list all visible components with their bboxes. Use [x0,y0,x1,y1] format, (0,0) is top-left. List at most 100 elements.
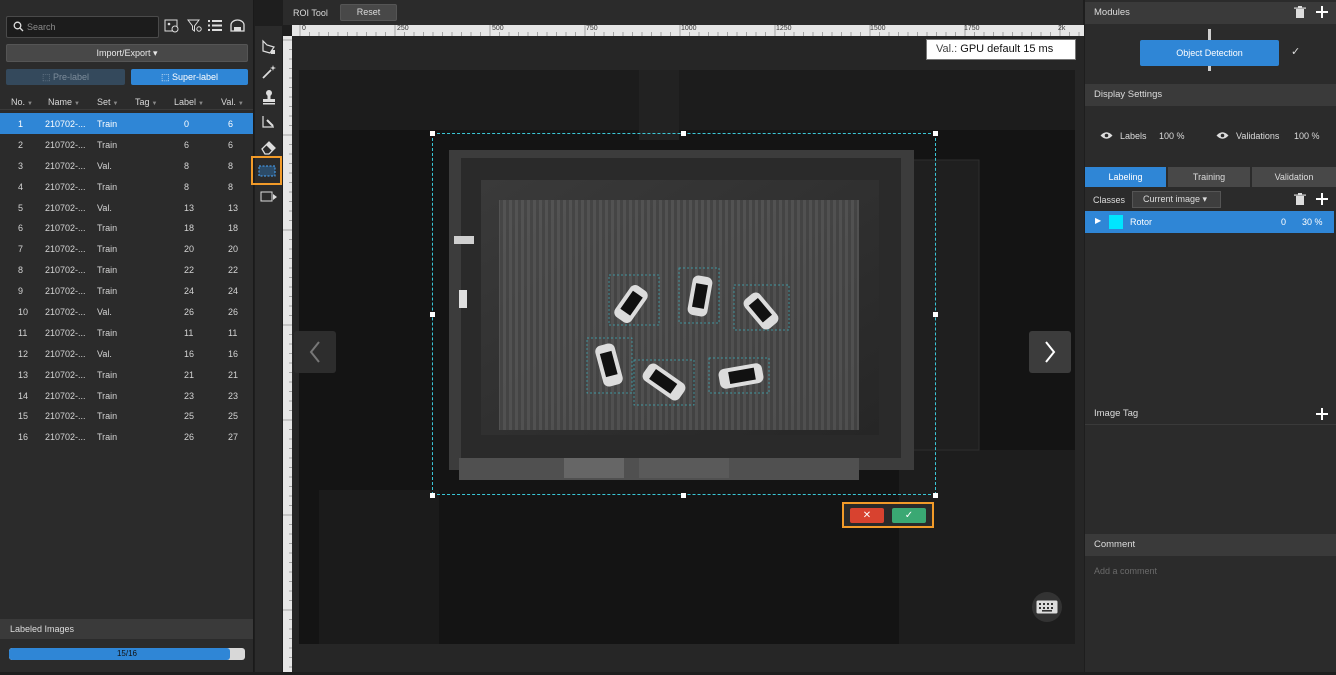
table-row[interactable]: 9 210702-... Train 24 24 [0,280,253,301]
ruler-label: 1500 [870,25,886,32]
cell-no: 1 [18,119,24,129]
cell-no: 16 [18,432,29,443]
cell-set: Train [97,119,118,129]
caret-down-icon: ▾ [1202,194,1208,204]
cell-label: 6 [184,139,190,150]
table-row[interactable]: 1 210702-... Train 0 6 [0,113,253,134]
table-row[interactable]: 10 210702-... Val. 26 26 [0,301,253,322]
class-color-swatch[interactable] [1109,215,1123,229]
cell-set: Train [97,369,118,380]
table-row[interactable]: 12 210702-... Val. 16 16 [0,343,253,364]
table-row[interactable]: 11 210702-... Train 11 11 [0,322,253,343]
confirm-roi-button[interactable]: ✓ [892,508,926,523]
plus-icon[interactable] [1316,6,1328,18]
table-row[interactable]: 4 210702-... Train 8 8 [0,176,253,197]
next-image-button[interactable] [1029,331,1071,373]
class-name: Rotor [1130,217,1153,227]
cell-name: 210702-... [45,411,86,422]
filter-icon[interactable] [187,18,202,33]
comment-input[interactable]: Add a comment [1094,566,1157,576]
cell-val: 23 [228,390,239,401]
col-name[interactable]: Name ▼ [48,97,80,107]
roi-handle[interactable] [430,312,435,317]
eraser-icon[interactable] [257,136,281,158]
tab-validation[interactable]: Validation [1252,167,1336,187]
roi-rect-icon[interactable] [251,156,282,185]
sort-icon: ▼ [27,101,33,107]
super-label-button[interactable]: ⬚ Super-label [131,69,248,85]
val-key: Val.: [936,43,958,55]
table-row[interactable]: 14 210702-... Train 23 23 [0,385,253,406]
search-input[interactable]: Search [6,16,159,38]
cell-val: 21 [228,369,239,380]
col-label[interactable]: Label ▼ [174,97,204,107]
table-row[interactable]: 16 210702-... Train 26 27 [0,426,253,447]
cell-name: 210702-... [45,390,86,401]
cell-val: 11 [228,327,238,338]
object-detection-module[interactable]: Object Detection [1140,40,1279,66]
eye-icon[interactable] [1100,131,1113,140]
table-row[interactable]: 13 210702-... Train 21 21 [0,364,253,385]
plus-icon[interactable] [1316,193,1328,205]
validations-visibility-value[interactable]: 100 % [1294,131,1320,141]
roi-handle[interactable] [933,131,938,136]
col-val[interactable]: Val. ▼ [221,97,244,107]
table-row[interactable]: 8 210702-... Train 22 22 [0,259,253,280]
cell-set: Train [97,411,118,422]
table-header: No. ▼ Name ▼ Set ▼ Tag ▼ Label ▼ Val. ▼ [0,93,253,110]
class-row-rotor[interactable]: ▶ Rotor 0 30 % [1085,211,1334,233]
roi-handle[interactable] [430,493,435,498]
tab-training[interactable]: Training [1168,167,1250,187]
col-tag[interactable]: Tag ▼ [135,97,157,107]
pre-label-button[interactable]: ⬚ Pre-label [6,69,125,85]
classes-filter-select[interactable]: Current image ▾ [1132,191,1221,208]
cell-label: 13 [184,202,195,213]
table-row[interactable]: 3 210702-... Val. 8 8 [0,155,253,176]
roi-handle[interactable] [933,493,938,498]
table-row[interactable]: 5 210702-... Val. 13 13 [0,197,253,218]
image-settings-icon[interactable] [164,18,180,34]
table-row[interactable]: 2 210702-... Train 6 6 [0,134,253,155]
roi-apply-icon[interactable] [257,186,281,208]
thumbnail-view-icon[interactable] [229,18,246,33]
trash-icon[interactable] [1294,193,1306,206]
roi-selection-rect[interactable] [432,133,936,495]
polygon-tool-icon[interactable] [257,36,281,58]
comment-header: Comment [1085,534,1336,556]
display-settings-header: Display Settings [1085,84,1336,106]
table-row[interactable]: 6 210702-... Train 18 18 [0,217,253,238]
cell-val: 13 [228,202,239,213]
plus-icon[interactable] [1316,408,1328,420]
roi-handle[interactable] [430,131,435,136]
cancel-roi-button[interactable]: ✕ [850,508,884,523]
col-no[interactable]: No. ▼ [11,97,33,107]
reset-button[interactable]: Reset [340,4,397,21]
cell-no: 8 [18,265,24,276]
trash-icon[interactable] [1294,6,1306,19]
roi-handle[interactable] [933,312,938,317]
labels-visibility-value[interactable]: 100 % [1159,131,1185,141]
cell-set: Train [97,265,118,276]
vertical-ruler-ticks [283,39,292,668]
expand-triangle-icon[interactable]: ▶ [1095,216,1101,225]
class-count: 0 [1281,217,1287,227]
prev-image-button[interactable] [294,331,336,373]
module-check-icon: ✓ [1291,46,1301,58]
import-export-button[interactable]: Import/Export ▾ [6,44,248,62]
roi-handle[interactable] [681,131,686,136]
brush-tool-icon[interactable] [257,111,281,133]
table-row[interactable]: 7 210702-... Train 20 20 [0,238,253,259]
eye-icon[interactable] [1216,131,1229,140]
magic-wand-icon[interactable] [257,61,281,83]
keyboard-shortcuts-button[interactable] [1032,592,1062,622]
table-row[interactable]: 15 210702-... Train 25 25 [0,405,253,426]
roi-handle[interactable] [681,493,686,498]
list-view-icon[interactable] [208,19,223,32]
cell-no: 6 [18,223,24,234]
tab-labeling[interactable]: Labeling [1085,167,1166,187]
pre-label-icon: ⬚ [41,72,53,82]
col-set[interactable]: Set ▼ [97,97,118,107]
ruler-label: 1250 [776,25,792,32]
stamp-icon[interactable] [257,86,281,108]
sort-icon: ▼ [151,101,158,107]
